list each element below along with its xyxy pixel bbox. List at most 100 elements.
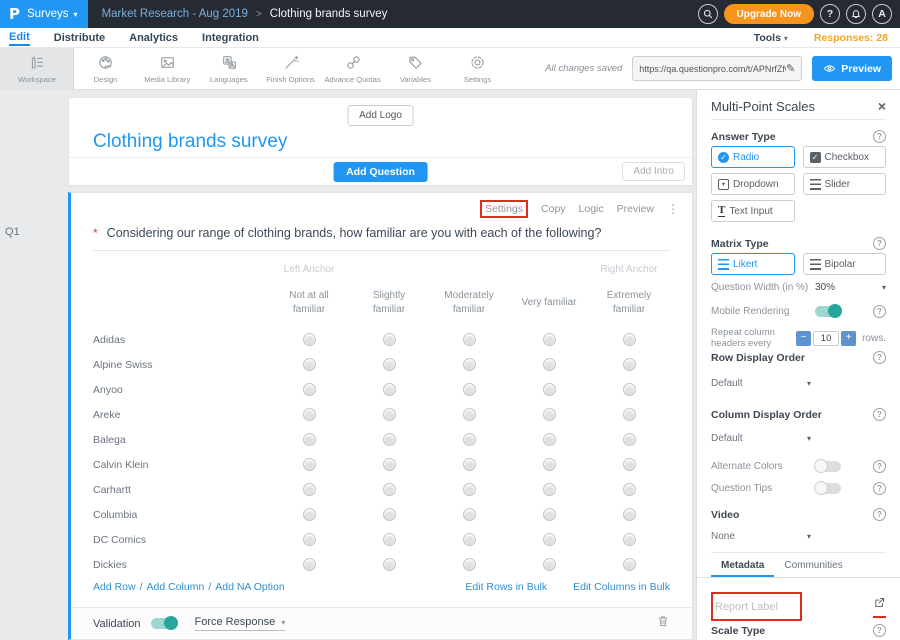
help-icon[interactable]: ? bbox=[873, 351, 886, 364]
help-icon[interactable]: ? bbox=[873, 130, 886, 143]
radio-button-adidas-not-at-all-familiar[interactable] bbox=[303, 333, 316, 346]
radio-button-dc-comics-extremely-familiar[interactable] bbox=[623, 533, 636, 546]
link-add-column[interactable]: Add Column bbox=[147, 581, 205, 593]
radio-button-carhartt-very-familiar[interactable] bbox=[543, 483, 556, 496]
radio-button-calvin-klein-not-at-all-familiar[interactable] bbox=[303, 458, 316, 471]
radio-button-dickies-slightly-familiar[interactable] bbox=[383, 558, 396, 571]
add-intro-button[interactable]: Add Intro bbox=[622, 162, 685, 181]
radio-button-alpine-swiss-slightly-familiar[interactable] bbox=[383, 358, 396, 371]
radio-button-adidas-slightly-familiar[interactable] bbox=[383, 333, 396, 346]
radio-button-calvin-klein-slightly-familiar[interactable] bbox=[383, 458, 396, 471]
radio-button-areke-extremely-familiar[interactable] bbox=[623, 408, 636, 421]
radio-button-balega-slightly-familiar[interactable] bbox=[383, 433, 396, 446]
radio-button-columbia-extremely-familiar[interactable] bbox=[623, 508, 636, 521]
validation-toggle[interactable] bbox=[151, 618, 177, 629]
question-action-preview[interactable]: Preview bbox=[617, 203, 654, 215]
radio-button-dc-comics-not-at-all-familiar[interactable] bbox=[303, 533, 316, 546]
radio-button-anyoo-very-familiar[interactable] bbox=[543, 383, 556, 396]
radio-button-calvin-klein-very-familiar[interactable] bbox=[543, 458, 556, 471]
radio-button-calvin-klein-extremely-familiar[interactable] bbox=[623, 458, 636, 471]
question-text[interactable]: Considering our range of clothing brands… bbox=[107, 226, 602, 240]
row-display-order-select[interactable]: Default ▾ bbox=[711, 378, 886, 389]
matrix-type-option-bipolar[interactable]: Bipolar bbox=[803, 253, 887, 275]
link-edit-rows-in-bulk[interactable]: Edit Rows in Bulk bbox=[465, 581, 547, 593]
tab-metadata[interactable]: Metadata bbox=[711, 557, 774, 577]
help-icon[interactable]: ? bbox=[873, 408, 886, 421]
survey-url-field[interactable]: https://qa.questionpro.com/t/APNrfZfQ ✎ bbox=[632, 56, 802, 81]
nav-tab-analytics[interactable]: Analytics bbox=[129, 30, 178, 45]
radio-button-alpine-swiss-very-familiar[interactable] bbox=[543, 358, 556, 371]
answer-type-option-text-input[interactable]: TText Input bbox=[711, 200, 795, 222]
radio-button-anyoo-extremely-familiar[interactable] bbox=[623, 383, 636, 396]
radio-button-anyoo-not-at-all-familiar[interactable] bbox=[303, 383, 316, 396]
repeat-headers-value[interactable]: 10 bbox=[813, 331, 839, 346]
mobile-rendering-toggle[interactable] bbox=[815, 306, 841, 317]
toolbar-item-design[interactable]: Design bbox=[74, 48, 136, 90]
toolbar-item-settings[interactable]: Settings bbox=[446, 48, 508, 90]
answer-type-option-slider[interactable]: Slider bbox=[803, 173, 887, 195]
link-add-row[interactable]: Add Row bbox=[93, 581, 136, 593]
nav-tab-integration[interactable]: Integration bbox=[202, 30, 259, 45]
radio-button-carhartt-moderately-familiar[interactable] bbox=[463, 483, 476, 496]
radio-button-columbia-not-at-all-familiar[interactable] bbox=[303, 508, 316, 521]
question-action-logic[interactable]: Logic bbox=[579, 203, 604, 215]
question-action-copy[interactable]: Copy bbox=[541, 203, 566, 215]
help-icon[interactable]: ? bbox=[873, 460, 886, 473]
radio-button-dc-comics-moderately-familiar[interactable] bbox=[463, 533, 476, 546]
radio-button-adidas-extremely-familiar[interactable] bbox=[623, 333, 636, 346]
radio-button-dc-comics-slightly-familiar[interactable] bbox=[383, 533, 396, 546]
radio-button-balega-not-at-all-familiar[interactable] bbox=[303, 433, 316, 446]
radio-button-dc-comics-very-familiar[interactable] bbox=[543, 533, 556, 546]
delete-question-button[interactable] bbox=[656, 614, 670, 633]
validation-type-dropdown[interactable]: Force Response▾ bbox=[195, 616, 286, 631]
video-select[interactable]: None ▾ bbox=[711, 531, 886, 542]
radio-button-adidas-very-familiar[interactable] bbox=[543, 333, 556, 346]
upgrade-now-button[interactable]: Upgrade Now bbox=[724, 4, 814, 24]
add-logo-button[interactable]: Add Logo bbox=[347, 105, 414, 126]
radio-button-carhartt-slightly-familiar[interactable] bbox=[383, 483, 396, 496]
toolbar-item-workspace[interactable]: Workspace bbox=[0, 48, 74, 90]
link-edit-columns-in-bulk[interactable]: Edit Columns in Bulk bbox=[573, 581, 670, 593]
radio-button-balega-moderately-familiar[interactable] bbox=[463, 433, 476, 446]
radio-button-alpine-swiss-extremely-familiar[interactable] bbox=[623, 358, 636, 371]
breadcrumb-folder-link[interactable]: Market Research - Aug 2019 bbox=[102, 8, 248, 20]
toolbar-item-languages[interactable]: Languages bbox=[198, 48, 260, 90]
radio-button-dickies-not-at-all-familiar[interactable] bbox=[303, 558, 316, 571]
question-width-value[interactable]: 30% bbox=[815, 282, 835, 293]
answer-type-option-radio[interactable]: ✓Radio bbox=[711, 146, 795, 168]
radio-button-carhartt-not-at-all-familiar[interactable] bbox=[303, 483, 316, 496]
radio-button-anyoo-slightly-familiar[interactable] bbox=[383, 383, 396, 396]
radio-button-calvin-klein-moderately-familiar[interactable] bbox=[463, 458, 476, 471]
survey-title[interactable]: Clothing brands survey bbox=[93, 131, 287, 153]
column-display-order-select[interactable]: Default ▾ bbox=[711, 433, 886, 444]
toolbar-item-advance-quotas[interactable]: Advance Quotas bbox=[322, 48, 384, 90]
report-label-expand-button[interactable] bbox=[873, 596, 886, 618]
matrix-type-option-likert[interactable]: Likert bbox=[711, 253, 795, 275]
toolbar-item-media-library[interactable]: Media Library bbox=[136, 48, 198, 90]
answer-type-option-checkbox[interactable]: ✓Checkbox bbox=[803, 146, 887, 168]
answer-type-option-dropdown[interactable]: ▾Dropdown bbox=[711, 173, 795, 195]
avatar[interactable]: A bbox=[872, 4, 892, 24]
toolbar-item-finish-options[interactable]: Finish Options bbox=[260, 48, 322, 90]
notifications-button[interactable] bbox=[846, 4, 866, 24]
help-icon[interactable]: ? bbox=[873, 482, 886, 495]
minus-button[interactable]: − bbox=[796, 331, 811, 346]
radio-button-carhartt-extremely-familiar[interactable] bbox=[623, 483, 636, 496]
radio-button-dickies-extremely-familiar[interactable] bbox=[623, 558, 636, 571]
tools-dropdown[interactable]: Tools ▾ bbox=[754, 32, 788, 44]
add-question-button[interactable]: Add Question bbox=[333, 162, 428, 182]
radio-button-alpine-swiss-not-at-all-familiar[interactable] bbox=[303, 358, 316, 371]
radio-button-anyoo-moderately-familiar[interactable] bbox=[463, 383, 476, 396]
radio-button-balega-extremely-familiar[interactable] bbox=[623, 433, 636, 446]
help-button[interactable]: ? bbox=[820, 4, 840, 24]
kebab-menu-icon[interactable]: ⋮ bbox=[667, 202, 679, 216]
radio-button-columbia-slightly-familiar[interactable] bbox=[383, 508, 396, 521]
radio-button-columbia-very-familiar[interactable] bbox=[543, 508, 556, 521]
help-icon[interactable]: ? bbox=[873, 237, 886, 250]
help-icon[interactable]: ? bbox=[873, 508, 886, 521]
link-add-na-option[interactable]: Add NA Option bbox=[215, 581, 284, 593]
alternate-colors-toggle[interactable] bbox=[815, 461, 841, 472]
radio-button-areke-not-at-all-familiar[interactable] bbox=[303, 408, 316, 421]
preview-button[interactable]: Preview bbox=[812, 56, 892, 81]
search-button[interactable] bbox=[698, 4, 718, 24]
